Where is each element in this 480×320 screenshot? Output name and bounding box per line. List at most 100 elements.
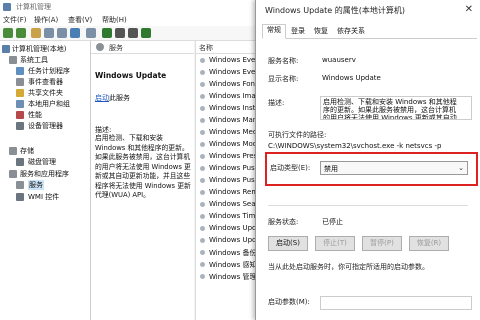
service-gear-icon: [199, 237, 206, 244]
table-row[interactable]: Windows Presentat: [196, 151, 276, 163]
tree-label: 设备管理器: [28, 122, 63, 130]
folder-icon[interactable]: [31, 28, 41, 38]
service-status-label: 服务状态:: [268, 218, 299, 226]
service-name-cell: Windows 备份: [209, 249, 257, 257]
startup-type-label: 启动类型(E):: [270, 164, 311, 172]
service-status-value: 已停止: [322, 218, 343, 226]
tree-label: 存储: [20, 147, 34, 155]
storage-icon: [9, 147, 17, 155]
table-row[interactable]: Windows Time: [196, 211, 261, 223]
list-view-icon[interactable]: [86, 28, 96, 38]
restart-service-icon[interactable]: [141, 28, 151, 38]
wmi-icon: [16, 193, 24, 201]
table-row[interactable]: Windows 感知: [196, 259, 261, 271]
start-button[interactable]: 启动(S): [268, 236, 308, 251]
table-row[interactable]: Windows Push Not: [196, 163, 274, 175]
tree-label: 共享文件夹: [28, 89, 63, 97]
table-row[interactable]: Windows Font Cac: [196, 79, 273, 91]
column-header-name[interactable]: 名称: [196, 41, 261, 54]
service-name-label: 服务名称:: [268, 57, 299, 65]
back-icon[interactable]: [3, 28, 13, 38]
description-text: 启用检测、下载和安装 Windows 和其他程序的更新。如果此服务被禁用，这台计…: [95, 134, 191, 199]
chevron-down-icon: ⌄: [458, 164, 464, 172]
start-parameters-input[interactable]: [320, 296, 472, 310]
table-row[interactable]: Windows Manage: [196, 115, 270, 127]
divider: [268, 205, 468, 206]
clock-icon: [16, 67, 24, 75]
table-row[interactable]: Windows Image Ac: [196, 91, 275, 103]
table-row[interactable]: Windows 管理: [196, 271, 261, 283]
table-row[interactable]: Windows Event Co: [196, 55, 274, 67]
service-name-value: wuauserv: [322, 56, 356, 64]
properties-icon[interactable]: [44, 28, 54, 38]
table-row[interactable]: Windows Search: [196, 199, 267, 211]
startup-type-select[interactable]: 禁用 ⌄: [320, 161, 468, 175]
gear-icon: [16, 181, 24, 189]
tree-label: WMI 控件: [28, 193, 60, 201]
pause-button[interactable]: 暂停(P): [362, 236, 402, 251]
service-description-panel: 服务 Windows Update 启动此服务 描述: 启用检测、下载和安装 W…: [91, 41, 194, 320]
forward-icon[interactable]: [16, 28, 26, 38]
navigation-tree: 计算机管理(本地) 系统工具 任务计划程序 事件查看器 共享文件夹 本地用户和组…: [0, 41, 91, 320]
tree-label: 任务计划程序: [28, 67, 70, 75]
table-row[interactable]: Windows Event Lo: [196, 67, 273, 79]
description-box[interactable]: 启用检测、下载和安装 Windows 和其他程序的更新。如果此服务被禁用，这台计…: [320, 96, 472, 120]
performance-icon: [16, 111, 24, 119]
pause-service-icon[interactable]: [128, 28, 138, 38]
menu-file[interactable]: 文件(F): [3, 15, 27, 25]
service-gear-icon: [199, 189, 206, 196]
description-label: 描述:: [268, 99, 285, 107]
resume-button[interactable]: 恢复(R): [409, 236, 449, 251]
service-gear-icon: [199, 117, 206, 124]
tab-general[interactable]: 常规: [262, 24, 286, 39]
main-window-title: 计算机管理: [16, 3, 51, 11]
start-parameters-label: 启动参数(M):: [268, 298, 310, 306]
refresh-icon[interactable]: [57, 28, 67, 38]
service-gear-icon: [199, 261, 206, 268]
dialog-title-bar: Windows Update 的属性(本地计算机) ✕: [256, 0, 480, 20]
tab-logon[interactable]: 登录: [287, 26, 309, 37]
computer-icon: [2, 45, 10, 53]
service-gear-icon: [199, 141, 206, 148]
menu-help[interactable]: 帮助(H): [102, 15, 127, 25]
service-gear-icon: [199, 165, 206, 172]
path-label: 可执行文件的路径:: [268, 131, 327, 139]
service-name-cell: Windows Time: [209, 212, 260, 220]
table-row[interactable]: Windows Remote: [196, 187, 269, 199]
service-gear-icon: [199, 213, 206, 220]
table-row[interactable]: Windows Update: [196, 235, 268, 247]
table-row[interactable]: Windows Modules: [196, 139, 272, 151]
gear-icon: [96, 43, 104, 51]
service-gear-icon: [199, 225, 206, 232]
tab-dependencies[interactable]: 依存关系: [333, 26, 369, 37]
description-value: 启用检测、下载和安装 Windows 和其他程序的更新。如果此服务被禁用，这台计…: [323, 98, 457, 120]
dialog-tabs: 常规 登录 恢复 依存关系: [262, 24, 477, 39]
service-gear-icon: [199, 177, 206, 184]
table-row[interactable]: Windows 备份: [196, 247, 261, 259]
start-service-link[interactable]: 启动: [95, 94, 109, 102]
service-gear-icon: [199, 57, 206, 64]
disk-icon: [16, 158, 24, 166]
table-row[interactable]: Windows Media Pl: [196, 127, 272, 139]
tab-recovery[interactable]: 恢复: [310, 26, 332, 37]
stop-button[interactable]: 停止(T): [315, 236, 355, 251]
services-apps-icon: [9, 170, 17, 178]
services-header-label: 服务: [109, 44, 123, 52]
display-name-value: Windows Update: [322, 74, 381, 82]
table-row[interactable]: Windows Update: [196, 223, 268, 235]
tree-label: 服务和应用程序: [20, 170, 69, 178]
menu-view[interactable]: 查看(V): [68, 15, 92, 25]
help-icon[interactable]: [70, 28, 80, 38]
start-service-icon[interactable]: [102, 28, 112, 38]
service-gear-icon: [199, 273, 206, 280]
tree-label: 系统工具: [20, 56, 48, 64]
menu-action[interactable]: 操作(A): [34, 15, 58, 25]
close-icon[interactable]: ✕: [465, 4, 473, 15]
stop-service-icon[interactable]: [115, 28, 125, 38]
table-row[interactable]: Windows PushToIn: [196, 175, 273, 187]
service-gear-icon: [199, 93, 206, 100]
tree-label: 本地用户和组: [28, 100, 70, 108]
tools-icon: [9, 56, 17, 64]
start-parameters-hint: 当从此处启动服务时，你可指定所适用的启动参数。: [268, 263, 429, 271]
table-row[interactable]: Windows Installer: [196, 103, 271, 115]
